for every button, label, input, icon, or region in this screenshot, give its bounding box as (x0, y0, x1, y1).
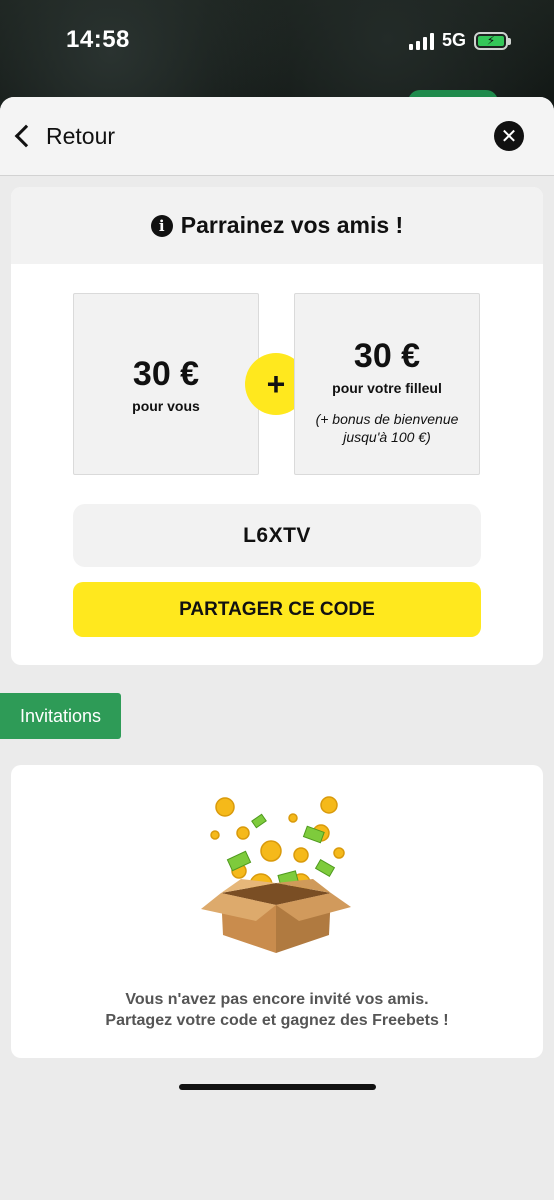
network-type: 5G (441, 30, 466, 50)
reward-you-label: pour vous (132, 398, 200, 414)
back-button[interactable]: Retour (12, 123, 115, 150)
share-code-button[interactable]: PARTAGER CE CODE (73, 582, 481, 637)
referral-header: i Parrainez vos amis ! (11, 187, 543, 264)
battery-icon: ⚡ (474, 31, 511, 50)
welcome-bonus-note: (+ bonus de bienvenue jusqu'à 100 €) (315, 411, 459, 445)
gift-box-coins-icon (201, 796, 351, 953)
tab-invitations[interactable]: Invitations (0, 693, 121, 739)
info-icon: i (150, 214, 173, 237)
close-icon[interactable]: ✕ (494, 121, 524, 151)
referral-title: Parrainez vos amis ! (180, 212, 404, 238)
reward-friend: 30 € pour votre filleul (+ bonus de bien… (294, 293, 480, 475)
empty-message: Vous n'avez pas encore invité vos amis. … (11, 989, 543, 1031)
reward-friend-label: pour votre filleul (332, 380, 442, 396)
invitations-empty-card: Vous n'avez pas encore invité vos amis. … (11, 765, 543, 1058)
status-indicators: 5G ⚡ (408, 30, 511, 51)
empty-message-line1: Vous n'avez pas encore invité vos amis. (125, 991, 429, 1008)
back-chevron-icon (14, 124, 38, 148)
signal-icon (408, 32, 434, 50)
reward-you: 30 € pour vous (73, 293, 259, 475)
empty-message-line2: Partagez votre code et gagnez des Freebe… (105, 1012, 449, 1029)
home-indicator[interactable] (179, 1084, 376, 1090)
referral-card: i Parrainez vos amis ! 30 € pour vous + … (11, 187, 543, 665)
nav-bar: Retour ✕ (0, 97, 554, 176)
reward-friend-amount: 30 € (353, 337, 421, 375)
referral-code[interactable]: L6XTV (73, 504, 481, 567)
referral-sheet: Retour ✕ i Parrainez vos amis ! 30 € pou… (0, 97, 554, 1200)
reward-you-amount: 30 € (132, 355, 200, 393)
status-time: 14:58 (66, 26, 130, 53)
back-label: Retour (46, 122, 116, 149)
